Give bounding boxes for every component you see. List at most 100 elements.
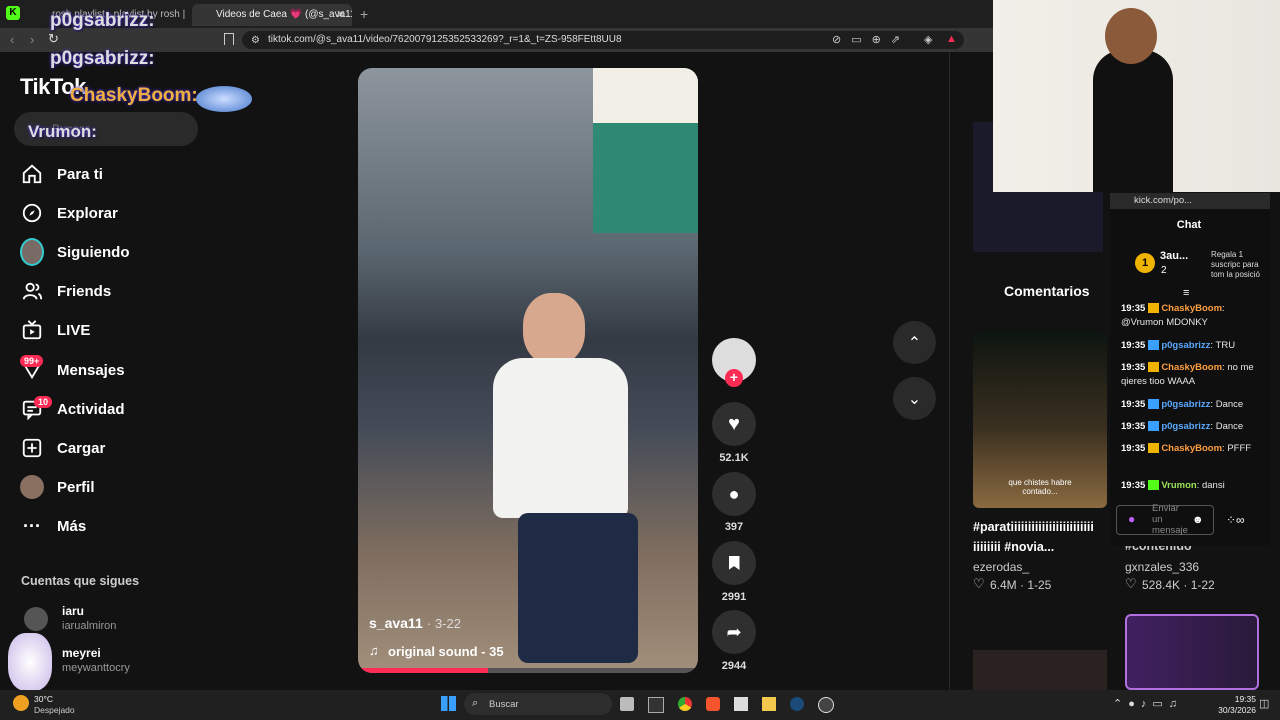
save-count: 2991 (721, 591, 747, 603)
brave-shield-icon[interactable]: ◈ (924, 33, 932, 46)
search-icon: ⌕ (472, 697, 479, 709)
chat-message: 19:35 p0gsabrizz: Dance (1121, 398, 1269, 412)
task-view-icon[interactable] (620, 697, 634, 711)
forward-icon[interactable]: › (30, 32, 34, 47)
chat-badge-icon (1148, 303, 1160, 314)
leaderboard-rank-badge: 1 (1135, 253, 1155, 273)
close-tab-icon[interactable]: ✕ (336, 8, 345, 21)
webcam-person (1093, 50, 1173, 192)
clock-time[interactable]: 19:35 (1222, 694, 1256, 704)
nav-mas[interactable]: ··· Más (20, 511, 86, 541)
chrome-icon[interactable] (678, 697, 692, 711)
chat-filter-icon[interactable]: ≡ (1183, 287, 1189, 299)
compass-icon (20, 201, 44, 225)
chat-username[interactable]: Vrumon (1161, 480, 1196, 491)
kick-app-icon[interactable]: K (6, 6, 20, 20)
store-icon[interactable] (734, 697, 748, 711)
video-card-thumbnail[interactable] (973, 650, 1107, 690)
following-avatar-icon (20, 238, 44, 266)
person-legs (518, 513, 638, 663)
comments-tab[interactable]: Comentarios (1004, 283, 1090, 299)
video-card-user[interactable]: gxnzales_336 (1125, 560, 1199, 574)
save-button[interactable] (712, 541, 756, 585)
following-section-title: Cuentas que sigues (21, 574, 140, 588)
following-handle: meywanttocry (62, 662, 130, 674)
following-name[interactable]: iaru (62, 604, 84, 618)
like-button[interactable]: ♥ (712, 402, 756, 446)
chat-username[interactable]: ChaskyBoom (1161, 443, 1222, 454)
person-shirt (493, 358, 628, 518)
emote-icon (8, 633, 52, 691)
weather-temp[interactable]: 30°C (34, 694, 53, 704)
steam-icon[interactable] (790, 697, 804, 711)
chat-username[interactable]: p0gsabrizz (1161, 399, 1210, 410)
chat-message: 19:35 ChaskyBoom: PFFF (1121, 442, 1269, 456)
bookmark-icon[interactable] (224, 33, 234, 45)
weather-desc: Despejado (34, 705, 75, 715)
video-card-caption[interactable]: #paratiiiiiiiiiiiiiiiiiiiiiiii iiiiiiii … (973, 517, 1095, 557)
share-button[interactable]: ➦ (712, 610, 756, 654)
taskbar-search[interactable] (464, 693, 612, 715)
nav-para-ti[interactable]: Para ti (20, 159, 103, 189)
previous-video-button[interactable]: ⌃ (893, 321, 936, 364)
mic-icon[interactable]: ● (1128, 512, 1135, 526)
kick-url[interactable]: kick.com/po... (1134, 195, 1192, 206)
chat-username[interactable]: p0gsabrizz (1161, 421, 1210, 432)
video-player[interactable] (358, 68, 698, 673)
live-tv-icon (20, 318, 44, 342)
video-card-stats: 6.4M · 1-25 (990, 578, 1052, 592)
video-card-user[interactable]: ezerodas_ (973, 560, 1029, 574)
video-card-thumbnail[interactable] (1125, 614, 1259, 690)
like-count: 52.1K (719, 452, 749, 464)
nav-perfil[interactable]: Perfil (20, 472, 95, 502)
video-card-stats: 528.4K · 1-22 (1142, 578, 1215, 592)
overlay-chat-name: Vrumon: (28, 122, 97, 141)
chat-username[interactable]: ChaskyBoom (1161, 362, 1222, 373)
comment-button[interactable]: ● (712, 472, 756, 516)
new-tab-icon[interactable]: + (360, 6, 368, 22)
follow-plus-icon[interactable]: + (725, 369, 743, 387)
epic-games-icon[interactable] (648, 697, 664, 713)
nav-friends[interactable]: Friends (20, 276, 111, 306)
person-head (523, 293, 585, 365)
following-avatar[interactable] (24, 607, 48, 631)
nav-explorar[interactable]: Explorar (20, 198, 118, 228)
messages-badge: 99+ (20, 355, 44, 367)
obs-icon[interactable] (818, 697, 834, 713)
emote-icon (196, 86, 252, 112)
notification-icon[interactable]: ◫ (1259, 697, 1269, 710)
brave-rewards-icon[interactable]: ▲ (946, 33, 957, 45)
video-author[interactable]: s_ava11 (369, 615, 423, 631)
more-icon: ··· (23, 515, 41, 536)
comment-count: 397 (724, 521, 744, 533)
site-settings-icon[interactable]: ⚙ (251, 35, 260, 46)
nav-siguiendo[interactable]: Siguiendo (20, 237, 130, 267)
share-arrow-icon: ➦ (726, 621, 742, 642)
browser-toolbar-icons: ⊘▭⊕⇗ (832, 34, 911, 46)
system-tray-icons[interactable]: ⌃●♪▭♫ (1113, 697, 1183, 710)
clock-date[interactable]: 30/3/2026 (1208, 705, 1256, 715)
tab-tiktok[interactable]: Videos de Caea 💗 (@s_ava11... (192, 4, 352, 26)
video-sound[interactable]: original sound - 35 (388, 644, 504, 659)
chat-text: dansi (1201, 480, 1225, 491)
nav-live[interactable]: LIVE (20, 315, 90, 345)
heart-icon: ♥ (728, 412, 740, 435)
start-icon[interactable] (441, 696, 456, 711)
next-video-button[interactable]: ⌄ (893, 377, 936, 420)
nav-cargar[interactable]: Cargar (20, 433, 105, 463)
chat-username[interactable]: p0gsabrizz (1161, 340, 1210, 351)
chat-input-placeholder: Enviar un mensaje (1152, 503, 1188, 536)
emoji-icon[interactable]: ☻ (1192, 514, 1204, 526)
chat-username[interactable]: ChaskyBoom (1161, 303, 1222, 314)
chat-title: Chat (1176, 219, 1202, 231)
back-icon[interactable]: ‹ (10, 32, 14, 47)
file-explorer-icon[interactable] (762, 697, 776, 711)
brave-icon[interactable] (706, 697, 720, 711)
following-name[interactable]: meyrei (62, 646, 101, 660)
reload-icon[interactable]: ↻ (48, 31, 59, 47)
taskbar-search-label: Buscar (489, 699, 519, 710)
chat-timestamp: 19:35 (1121, 399, 1146, 410)
activity-badge: 10 (34, 396, 53, 408)
chat-extra-icon[interactable]: ⁘∞ (1226, 513, 1245, 527)
chat-timestamp: 19:35 (1121, 421, 1146, 432)
